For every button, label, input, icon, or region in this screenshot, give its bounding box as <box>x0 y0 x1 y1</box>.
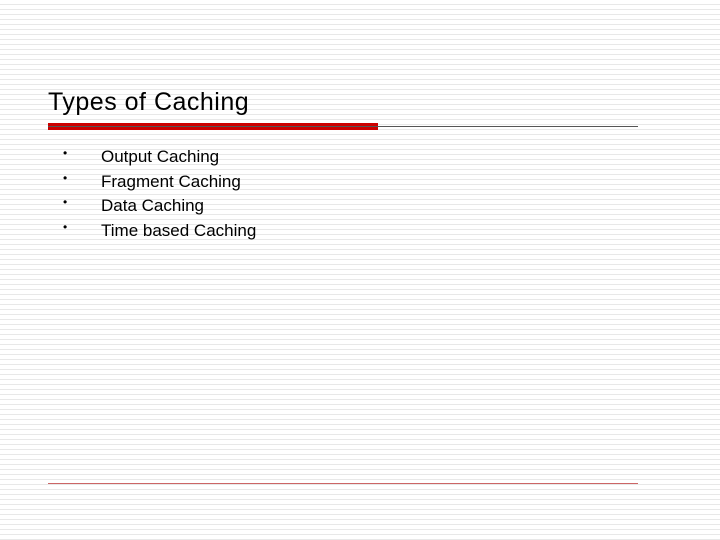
bottom-rule <box>48 483 638 484</box>
bullet-list: Output Caching Fragment Caching Data Cac… <box>48 145 672 244</box>
slide-title: Types of Caching <box>48 88 672 117</box>
list-item: Fragment Caching <box>63 170 672 195</box>
title-thin-line <box>48 126 638 127</box>
list-item: Data Caching <box>63 194 672 219</box>
slide-content: Types of Caching Output Caching Fragment… <box>0 0 720 244</box>
list-item: Time based Caching <box>63 219 672 244</box>
list-item: Output Caching <box>63 145 672 170</box>
